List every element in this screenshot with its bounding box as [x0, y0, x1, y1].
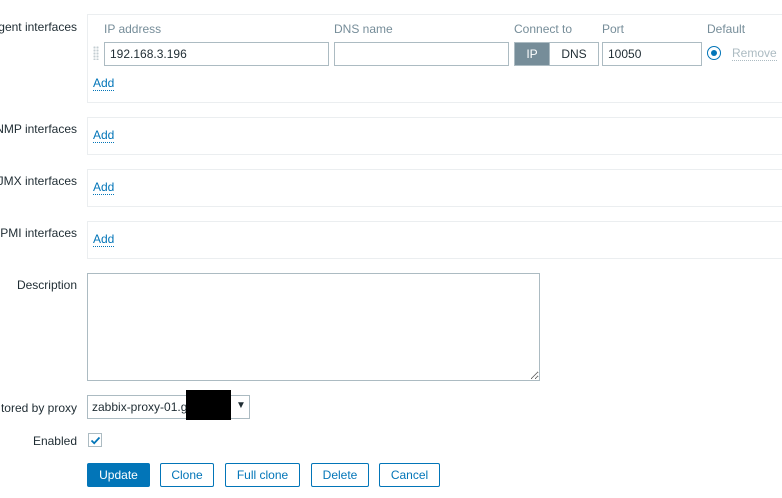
- port-input[interactable]: [602, 42, 702, 66]
- jmx-add-link[interactable]: Add: [93, 181, 115, 195]
- connect-to-header: Connect to: [514, 22, 573, 36]
- description-label: Description: [16, 278, 77, 292]
- port-header: Port: [602, 22, 625, 36]
- snmp-interfaces-box: [87, 117, 782, 155]
- agent-interfaces-label: gent interfaces: [0, 20, 77, 34]
- check-icon: [90, 436, 101, 445]
- snmp-interfaces-label: NMP interfaces: [0, 122, 77, 136]
- agent-add-link[interactable]: Add: [93, 77, 115, 91]
- ip-address-header: IP address: [104, 22, 162, 36]
- clone-button[interactable]: Clone: [160, 463, 214, 487]
- dns-name-input[interactable]: [334, 42, 509, 66]
- jmx-interfaces-box: [87, 169, 782, 207]
- drag-handle-icon[interactable]: [93, 46, 99, 60]
- caret-down-icon[interactable]: ▼: [236, 400, 246, 411]
- enabled-label: Enabled: [32, 434, 77, 448]
- ipmi-interfaces-label: PMI interfaces: [0, 226, 77, 240]
- default-header: Default: [707, 22, 746, 36]
- description-textarea[interactable]: [87, 273, 540, 381]
- dns-name-header: DNS name: [334, 22, 393, 36]
- ip-address-input[interactable]: [104, 42, 329, 66]
- connect-ip-button[interactable]: IP: [515, 43, 549, 65]
- delete-button[interactable]: Delete: [311, 463, 369, 487]
- default-radio[interactable]: [707, 46, 721, 60]
- connect-dns-button[interactable]: DNS: [549, 43, 598, 65]
- connect-to-toggle: IP DNS: [514, 42, 599, 66]
- host-edit-form: gent interfaces IP address DNS name Conn…: [0, 0, 782, 498]
- ipmi-interfaces-box: [87, 221, 782, 259]
- proxy-label: tored by proxy: [0, 401, 77, 415]
- cancel-button[interactable]: Cancel: [379, 463, 440, 487]
- remove-link[interactable]: Remove: [732, 47, 777, 61]
- enabled-checkbox[interactable]: [88, 433, 102, 447]
- jmx-interfaces-label: JMX interfaces: [0, 174, 77, 188]
- ipmi-add-link[interactable]: Add: [93, 233, 115, 247]
- redaction-box: [186, 390, 231, 420]
- proxy-selected-value: zabbix-proxy-01.g: [92, 400, 188, 414]
- full-clone-button[interactable]: Full clone: [225, 463, 300, 487]
- snmp-add-link[interactable]: Add: [93, 129, 115, 143]
- update-button[interactable]: Update: [87, 463, 150, 487]
